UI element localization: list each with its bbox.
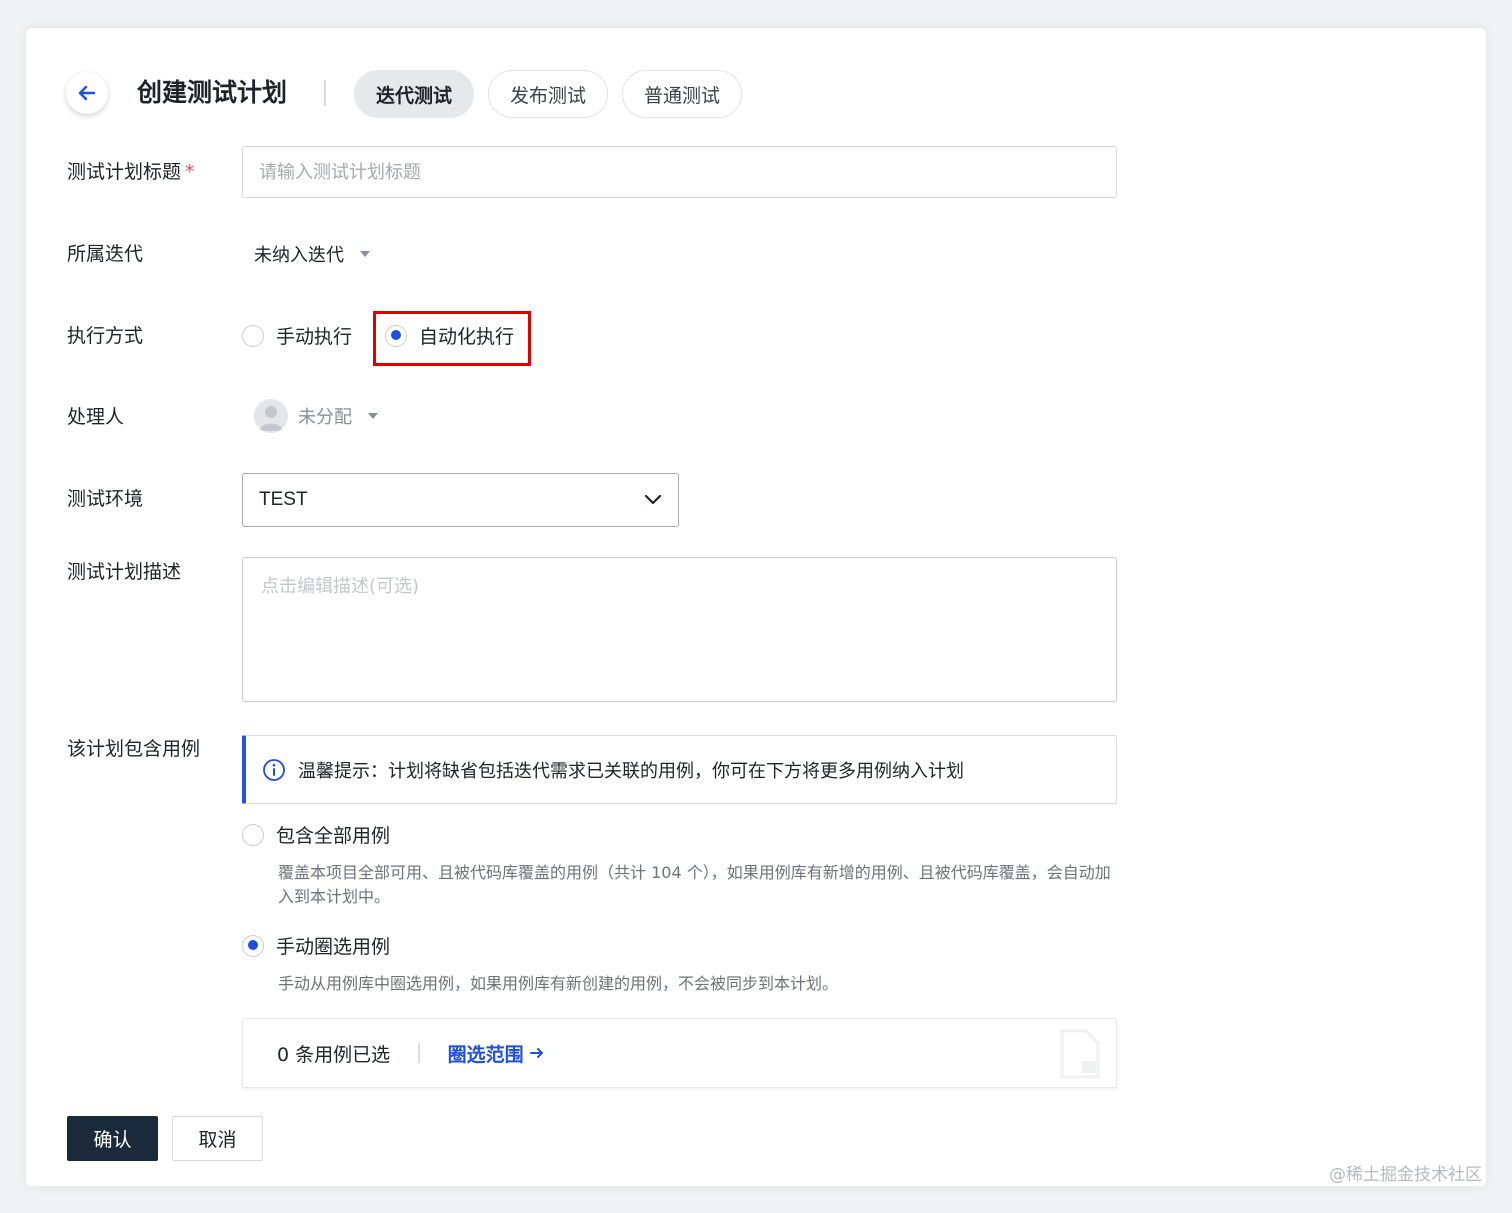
chevron-down-icon bbox=[644, 494, 662, 505]
iteration-value: 未纳入迭代 bbox=[254, 245, 344, 266]
title-divider bbox=[324, 80, 326, 106]
include-all-desc: 覆盖本项目全部可用、且被代码库覆盖的用例（共计 104 个），如果用例库有新增的… bbox=[278, 863, 1111, 906]
environment-label: 测试环境 bbox=[67, 488, 144, 510]
arrow-left-icon bbox=[78, 85, 96, 101]
radio-manual-execution[interactable]: 手动执行 bbox=[242, 322, 352, 349]
back-button[interactable] bbox=[66, 72, 108, 114]
tip-box: 温馨提示：计划将缺省包括迭代需求已关联的用例，你可在下方将更多用例纳入计划 bbox=[242, 735, 1117, 804]
radio-label: 包含全部用例 bbox=[276, 825, 391, 847]
select-scope-link[interactable]: 圈选范围 bbox=[448, 1040, 544, 1067]
info-icon bbox=[263, 758, 285, 781]
document-icon bbox=[1060, 1029, 1100, 1079]
create-plan-card: 创建测试计划 迭代测试 发布测试 普通测试 测试计划标题* 所属迭代 未纳入迭代… bbox=[26, 28, 1486, 1186]
caret-down-icon bbox=[360, 251, 370, 257]
arrow-right-icon bbox=[529, 1048, 543, 1058]
source-watermark: @稀土掘金技术社区 bbox=[1329, 1165, 1482, 1185]
page-title: 创建测试计划 bbox=[137, 78, 288, 107]
environment-select[interactable]: TEST bbox=[242, 473, 679, 527]
cases-label: 该计划包含用例 bbox=[67, 738, 201, 760]
required-mark: * bbox=[185, 161, 195, 183]
radio-include-all-cases[interactable]: 包含全部用例 bbox=[242, 821, 390, 848]
plan-title-input[interactable] bbox=[242, 146, 1117, 198]
selection-divider bbox=[418, 1043, 420, 1063]
tab-release-test[interactable]: 发布测试 bbox=[488, 70, 608, 118]
highlight-annotation-box bbox=[373, 311, 531, 366]
environment-value: TEST bbox=[259, 489, 308, 510]
selected-count: 0 条用例已选 bbox=[277, 1043, 391, 1066]
manual-select-desc: 手动从用例库中圈选用例，如果用例库有新创建的用例，不会被同步到本计划。 bbox=[278, 974, 839, 993]
case-selection-box: 0 条用例已选 圈选范围 bbox=[242, 1018, 1117, 1088]
radio-circle bbox=[242, 324, 264, 347]
assignee-select[interactable]: 未分配 bbox=[254, 399, 378, 433]
assignee-label: 处理人 bbox=[67, 406, 125, 428]
caret-down-icon bbox=[368, 413, 378, 419]
tip-text: 温馨提示：计划将缺省包括迭代需求已关联的用例，你可在下方将更多用例纳入计划 bbox=[298, 760, 964, 782]
assignee-value: 未分配 bbox=[298, 407, 352, 428]
plan-title-label-text: 测试计划标题 bbox=[67, 161, 182, 183]
iteration-select[interactable]: 未纳入迭代 bbox=[254, 241, 370, 267]
scope-link-label: 圈选范围 bbox=[447, 1043, 524, 1066]
cancel-button[interactable]: 取消 bbox=[172, 1116, 263, 1161]
description-label: 测试计划描述 bbox=[67, 561, 182, 583]
description-textarea[interactable] bbox=[242, 557, 1117, 702]
tab-general-test[interactable]: 普通测试 bbox=[622, 70, 742, 118]
radio-label: 手动圈选用例 bbox=[276, 936, 391, 958]
execution-label: 执行方式 bbox=[67, 325, 144, 347]
radio-circle bbox=[242, 823, 264, 846]
radio-manual-select-cases[interactable]: 手动圈选用例 bbox=[242, 932, 390, 959]
tab-iteration-test[interactable]: 迭代测试 bbox=[354, 70, 474, 118]
radio-label: 手动执行 bbox=[276, 326, 353, 348]
user-avatar-icon bbox=[254, 399, 288, 433]
radio-circle-checked bbox=[242, 934, 264, 957]
confirm-button[interactable]: 确认 bbox=[67, 1116, 158, 1161]
iteration-label: 所属迭代 bbox=[67, 243, 144, 265]
plan-title-label: 测试计划标题 * bbox=[67, 159, 195, 185]
